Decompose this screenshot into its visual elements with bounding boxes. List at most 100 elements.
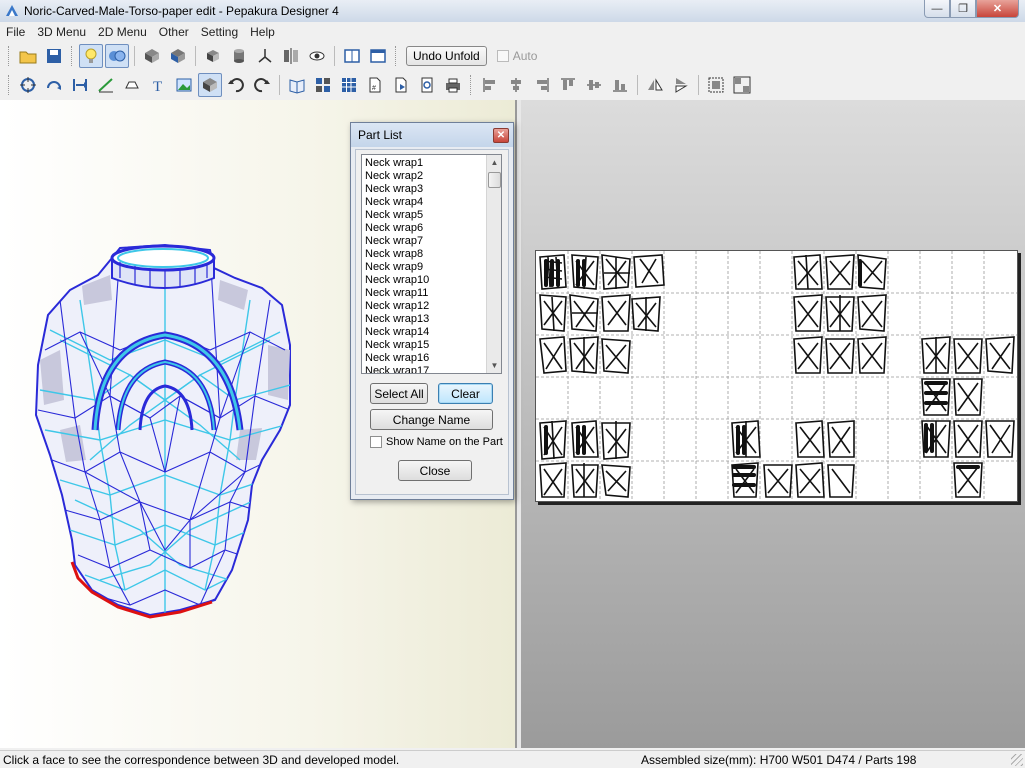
select-3d-icon[interactable] (198, 73, 222, 97)
align-center-icon[interactable] (504, 73, 528, 97)
page-icon[interactable]: # (363, 73, 387, 97)
auto-checkbox[interactable]: Auto (496, 49, 537, 63)
unfolded-parts-layout[interactable] (536, 251, 1017, 501)
dialog-close-icon[interactable]: ✕ (493, 128, 509, 143)
tab-icon[interactable] (120, 73, 144, 97)
single-pane-icon[interactable] (340, 44, 364, 68)
rotate-icon[interactable] (16, 73, 40, 97)
undo-unfold-button[interactable]: Undo Unfold (406, 46, 487, 66)
list-scrollbar[interactable]: ▲ ▼ (486, 155, 501, 373)
torso-neck (110, 244, 216, 289)
group-icon[interactable] (704, 73, 728, 97)
flip-v-icon[interactable] (669, 73, 693, 97)
cube-select-icon[interactable] (166, 44, 190, 68)
open-folder-icon[interactable] (16, 44, 40, 68)
list-item[interactable]: Neck wrap16 (365, 352, 501, 365)
auto-checkbox-box[interactable] (496, 50, 509, 62)
menu-setting[interactable]: Setting (195, 25, 244, 39)
align-left-icon[interactable] (478, 73, 502, 97)
clear-button[interactable]: Clear (438, 383, 493, 404)
export-icon[interactable] (389, 73, 413, 97)
axes-icon[interactable] (253, 44, 277, 68)
toolbar-grip (395, 46, 398, 66)
part-listbox[interactable]: Neck wrap1 Neck wrap2 Neck wrap3 Neck wr… (361, 154, 502, 374)
eye-icon[interactable] (305, 44, 329, 68)
change-name-button[interactable]: Change Name (370, 409, 493, 430)
flip-h-icon[interactable] (643, 73, 667, 97)
unfold-icon[interactable] (42, 73, 66, 97)
book-icon[interactable] (285, 73, 309, 97)
toolbar-grip[interactable] (8, 46, 11, 66)
grid-icon[interactable] (337, 73, 361, 97)
toolbar-separator (134, 46, 135, 66)
part-list-dialog: Part List ✕ Neck wrap1 Neck wrap2 Neck w… (350, 122, 514, 500)
undo-icon[interactable] (224, 73, 248, 97)
list-item[interactable]: Neck wrap12 (365, 300, 501, 313)
image-icon[interactable] (172, 73, 196, 97)
ungroup-icon[interactable] (730, 73, 754, 97)
list-item[interactable]: Neck wrap15 (365, 339, 501, 352)
cube-rotate-icon[interactable] (140, 44, 164, 68)
maximize-button[interactable]: ❐ (950, 0, 976, 18)
align-bottom-icon[interactable] (608, 73, 632, 97)
align-middle-icon[interactable] (582, 73, 606, 97)
join-icon[interactable] (68, 73, 92, 97)
cube-icon[interactable] (201, 44, 225, 68)
edge-icon[interactable] (94, 73, 118, 97)
toolbar-grip (8, 75, 11, 95)
redo-icon[interactable] (250, 73, 274, 97)
toolbar-separator (698, 75, 699, 95)
align-top-icon[interactable] (556, 73, 580, 97)
list-item[interactable]: Neck wrap11 (365, 287, 501, 300)
menu-2d[interactable]: 2D Menu (92, 25, 153, 39)
scroll-thumb[interactable] (488, 172, 501, 188)
arrange-icon[interactable] (311, 73, 335, 97)
list-item[interactable]: Neck wrap4 (365, 196, 501, 209)
print-icon[interactable] (441, 73, 465, 97)
window-icon[interactable] (366, 44, 390, 68)
align-right-icon[interactable] (530, 73, 554, 97)
list-item[interactable]: Neck wrap1 (365, 157, 501, 170)
menu-help[interactable]: Help (244, 25, 281, 39)
close-window-button[interactable]: ✕ (976, 0, 1019, 18)
resize-grip-icon[interactable] (1011, 754, 1023, 766)
list-item[interactable]: Neck wrap3 (365, 183, 501, 196)
list-item[interactable]: Neck wrap13 (365, 313, 501, 326)
list-item[interactable]: Neck wrap7 (365, 235, 501, 248)
mirror-icon[interactable] (279, 44, 303, 68)
status-bar: Click a face to see the correspondence b… (0, 750, 1025, 768)
list-item[interactable]: Neck wrap9 (365, 261, 501, 274)
list-item[interactable]: Neck wrap2 (365, 170, 501, 183)
select-all-button[interactable]: Select All (370, 383, 428, 404)
dialog-title-bar[interactable]: Part List (351, 123, 513, 147)
show-name-checkbox-box[interactable] (370, 436, 382, 448)
toolbar-grip (71, 46, 74, 66)
lightbulb-icon[interactable] (79, 44, 103, 68)
paper-sheet[interactable] (535, 250, 1018, 502)
menu-3d[interactable]: 3D Menu (31, 25, 92, 39)
texture-icon[interactable] (105, 44, 129, 68)
dialog-close-button[interactable]: Close (398, 460, 472, 481)
list-item[interactable]: Neck wrap14 (365, 326, 501, 339)
toolbar-separator (195, 46, 196, 66)
svg-text:T: T (153, 79, 162, 94)
show-name-checkbox[interactable]: Show Name on the Part (370, 436, 503, 448)
print-preview-icon[interactable] (415, 73, 439, 97)
text-icon[interactable]: T (146, 73, 170, 97)
scroll-down-icon[interactable]: ▼ (487, 358, 501, 373)
minimize-button[interactable]: — (924, 0, 950, 18)
scroll-up-icon[interactable]: ▲ (487, 155, 501, 170)
menu-other[interactable]: Other (153, 25, 195, 39)
svg-text:#: # (372, 85, 376, 92)
save-icon[interactable] (42, 44, 66, 68)
list-item[interactable]: Neck wrap6 (365, 222, 501, 235)
dialog-body: Neck wrap1 Neck wrap2 Neck wrap3 Neck wr… (355, 149, 509, 495)
list-item[interactable]: Neck wrap5 (365, 209, 501, 222)
cylinder-icon[interactable] (227, 44, 251, 68)
toolbar-separator (637, 75, 638, 95)
list-item[interactable]: Neck wrap10 (365, 274, 501, 287)
list-item[interactable]: Neck wrap8 (365, 248, 501, 261)
edit-toolbar: T # (0, 71, 1025, 99)
menu-file[interactable]: File (0, 25, 31, 39)
list-item[interactable]: Neck wrap17 (365, 365, 501, 373)
